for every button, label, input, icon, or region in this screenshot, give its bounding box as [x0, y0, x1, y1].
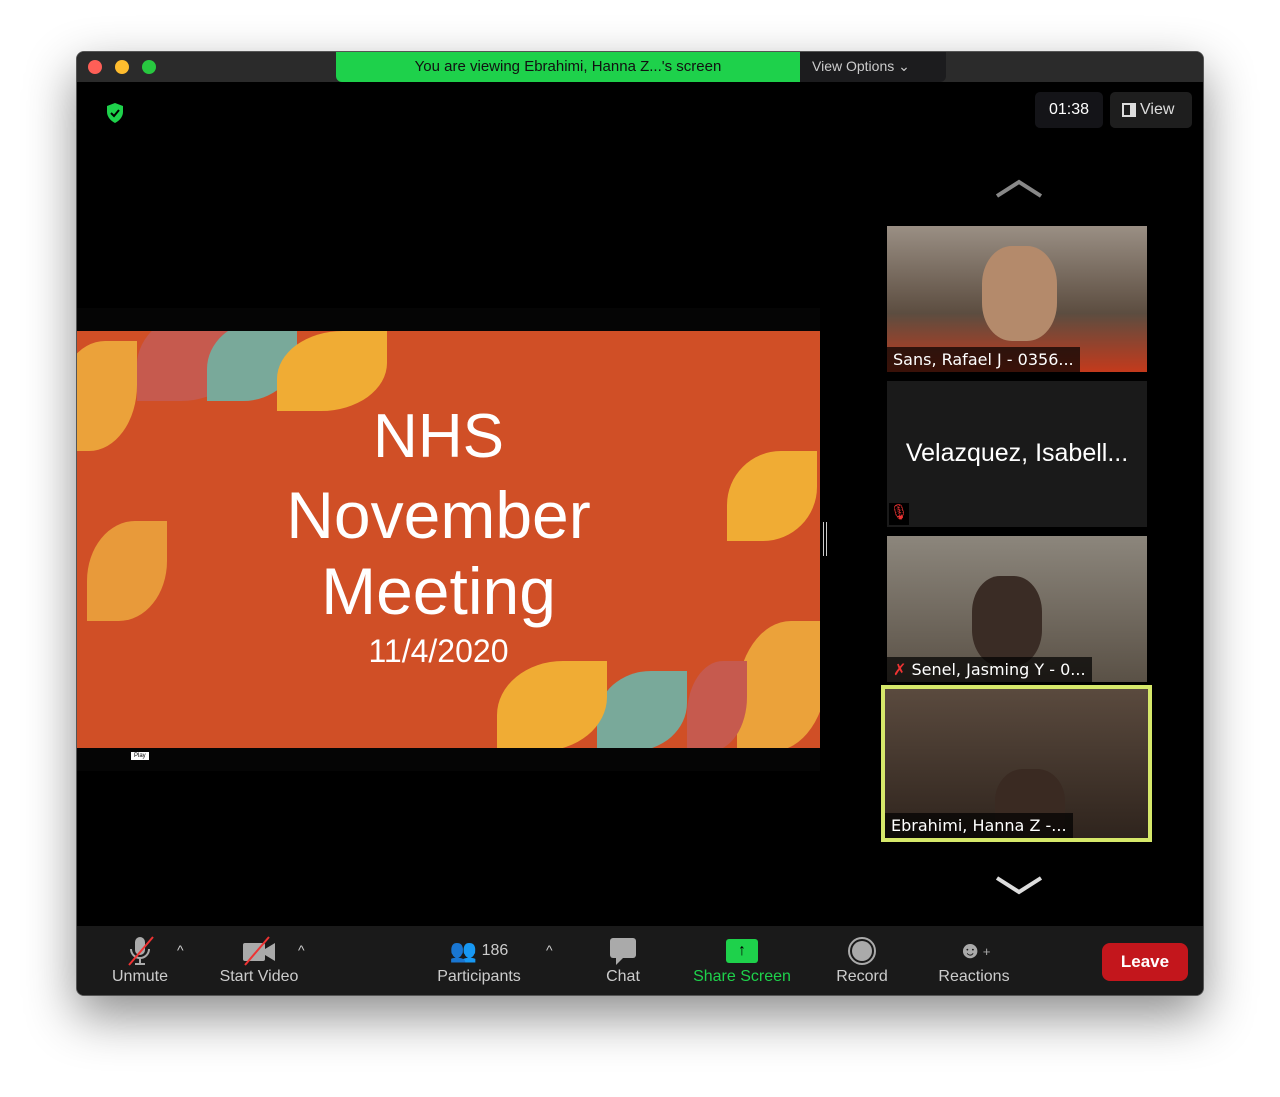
- title-bar: You are viewing Ebrahimi, Hanna Z...'s s…: [77, 52, 1203, 82]
- video-tile[interactable]: Sans, Rafael J - 0356...: [887, 226, 1147, 372]
- share-screen-icon: ↑: [684, 934, 800, 968]
- zoom-window: You are viewing Ebrahimi, Hanna Z...'s s…: [76, 51, 1204, 996]
- leave-button[interactable]: Leave: [1102, 943, 1188, 981]
- record-label: Record: [836, 968, 888, 985]
- leaf-decoration: [497, 661, 607, 748]
- chevron-down-icon: ⌄: [898, 58, 910, 74]
- audio-options-caret-icon[interactable]: ^: [177, 942, 184, 958]
- view-options-label: View Options: [812, 58, 895, 74]
- start-video-button[interactable]: Start Video: [213, 934, 305, 986]
- reactions-icon: ☻ +: [957, 937, 991, 964]
- view-options-button[interactable]: View Options ⌄: [800, 52, 946, 82]
- slide-title-line2: November: [286, 478, 591, 552]
- viewing-banner: You are viewing Ebrahimi, Hanna Z...'s s…: [336, 52, 800, 82]
- participant-video: [982, 246, 1057, 341]
- participants-icon: 👥: [449, 938, 478, 963]
- muted-mic-icon: 🎙: [889, 503, 909, 525]
- participant-name: Sans, Rafael J - 0356...: [887, 347, 1080, 372]
- video-options-caret-icon[interactable]: ^: [298, 942, 305, 958]
- participant-name: Ebrahimi, Hanna Z -...: [885, 813, 1073, 838]
- record-button[interactable]: Record: [827, 934, 897, 986]
- participants-options-caret-icon[interactable]: ^: [546, 942, 553, 958]
- meeting-timer: 01:38: [1035, 92, 1103, 128]
- participant-name-text: Senel, Jasming Y - 0...: [911, 660, 1086, 679]
- muted-mic-icon: [105, 934, 175, 968]
- reactions-button[interactable]: ☻ + Reactions: [932, 934, 1016, 986]
- unmute-button[interactable]: Unmute: [105, 934, 175, 986]
- gallery-view-icon: [1122, 103, 1136, 117]
- participant-name: Velazquez, Isabell...: [905, 439, 1129, 467]
- start-video-label: Start Video: [219, 968, 299, 985]
- participant-name: ✗ Senel, Jasming Y - 0...: [887, 657, 1092, 682]
- maximize-button[interactable]: [142, 60, 156, 74]
- view-button[interactable]: View: [1110, 92, 1192, 128]
- share-screen-label: Share Screen: [693, 968, 791, 985]
- close-button[interactable]: [88, 60, 102, 74]
- security-shield-icon[interactable]: [105, 102, 125, 129]
- participants-button[interactable]: 👥 186 Participants: [429, 934, 529, 986]
- chat-bubble-icon: [593, 934, 653, 968]
- meeting-toolbar: Unmute ^ Start Video ^ 👥 186 Participant…: [77, 926, 1203, 995]
- scroll-down-chevron-icon[interactable]: [995, 876, 1043, 901]
- leaf-decoration: [597, 671, 687, 748]
- participants-count: 186: [481, 942, 509, 959]
- view-label: View: [1140, 101, 1175, 118]
- participant-video: [972, 576, 1042, 666]
- play-tooltip: Play: [131, 752, 149, 760]
- presentation-slide: NHS November Meeting 11/4/2020: [77, 331, 820, 748]
- minimize-button[interactable]: [115, 60, 129, 74]
- chat-button[interactable]: Chat: [593, 934, 653, 986]
- video-tile[interactable]: Velazquez, Isabell... 🎙: [887, 381, 1147, 527]
- chat-label: Chat: [606, 968, 640, 985]
- video-off-icon: [213, 934, 305, 968]
- slide-title-line1: NHS: [373, 402, 504, 471]
- scroll-up-chevron-icon[interactable]: [995, 178, 1043, 203]
- unmute-label: Unmute: [111, 968, 169, 985]
- reactions-label: Reactions: [938, 968, 1010, 985]
- video-tile[interactable]: ✗ Senel, Jasming Y - 0...: [887, 536, 1147, 682]
- record-icon: [827, 934, 897, 968]
- resize-handle[interactable]: [823, 522, 827, 556]
- shared-screen: NHS November Meeting 11/4/2020 Play: [77, 308, 820, 771]
- participants-label: Participants: [437, 968, 521, 985]
- share-screen-button[interactable]: ↑ Share Screen: [684, 934, 800, 986]
- active-speaker-tile[interactable]: Ebrahimi, Hanna Z -...: [881, 685, 1152, 842]
- slide-title-line3: Meeting: [321, 554, 556, 628]
- muted-mic-icon: ✗: [893, 660, 907, 679]
- slide-date: 11/4/2020: [368, 633, 509, 669]
